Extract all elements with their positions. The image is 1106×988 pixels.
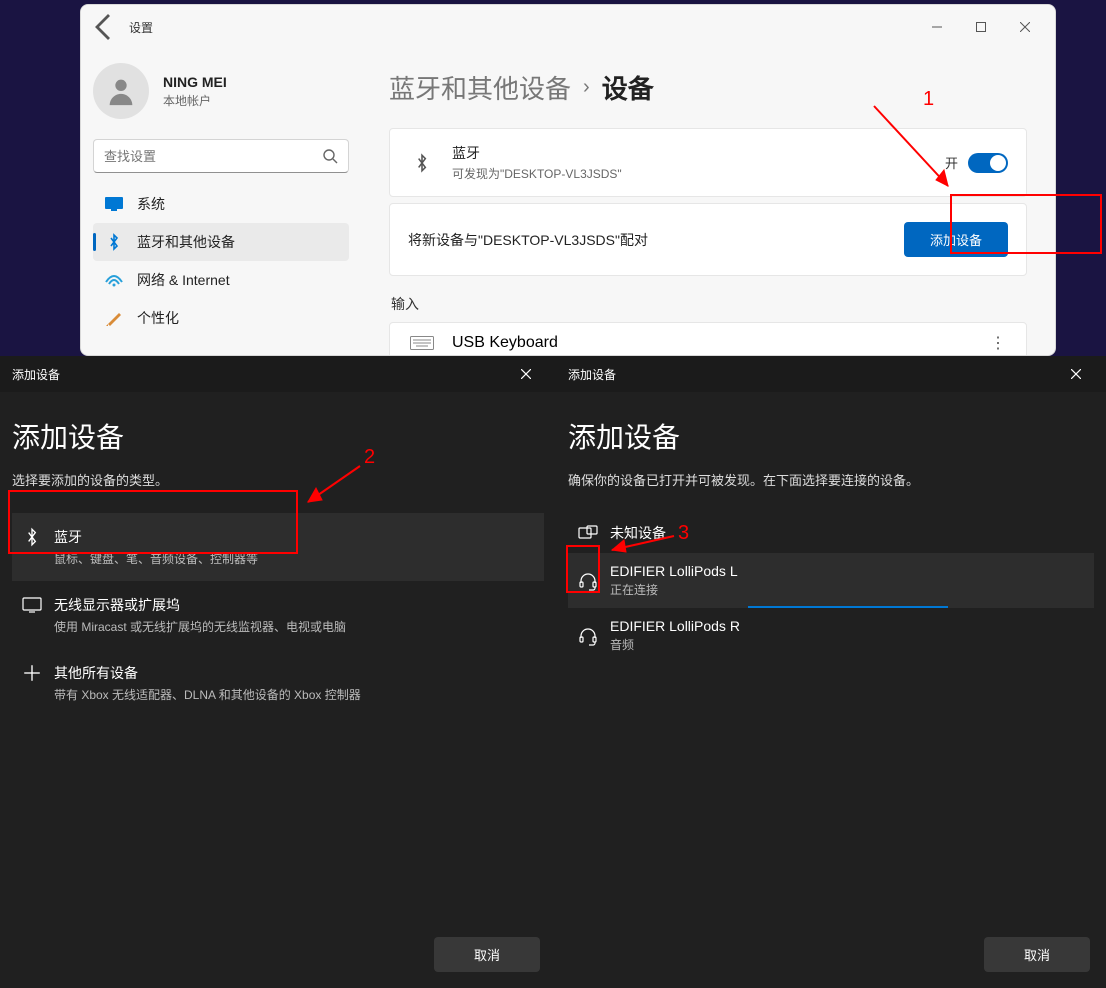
cancel-button[interactable]: 取消: [984, 937, 1090, 972]
device-status: 正在连接: [610, 581, 738, 598]
bluetooth-subtitle: 可发现为"DESKTOP-VL3JSDS": [452, 165, 622, 182]
main-content: 蓝牙和其他设备 › 设备 蓝牙 可发现为"DESKTOP-VL3JSDS" 开: [361, 49, 1055, 355]
option-bluetooth[interactable]: 蓝牙 鼠标、键盘、笔、音频设备、控制器等: [12, 513, 544, 581]
device-lollipods-r[interactable]: EDIFIER LolliPods R 音频: [568, 608, 1094, 663]
chevron-right-icon: ›: [583, 76, 590, 99]
bluetooth-icon: [18, 527, 46, 547]
dialog-heading: 添加设备: [568, 416, 1094, 456]
usb-keyboard-row[interactable]: USB Keyboard ⋮: [389, 322, 1027, 355]
add-device-list-dialog: 添加设备 添加设备 确保你的设备已打开并可被发现。在下面选择要连接的设备。 未知…: [556, 356, 1106, 988]
bluetooth-toggle[interactable]: [968, 153, 1008, 173]
option-other[interactable]: 其他所有设备 带有 Xbox 无线适配器、DLNA 和其他设备的 Xbox 控制…: [12, 649, 544, 717]
nav-label: 个性化: [137, 308, 179, 328]
close-button[interactable]: [1003, 11, 1047, 43]
device-name: EDIFIER LolliPods L: [610, 563, 738, 579]
option-subtitle: 使用 Miracast 或无线扩展坞的无线监视器、电视或电脑: [54, 618, 346, 635]
system-icon: [105, 195, 123, 213]
device-name: USB Keyboard: [452, 334, 558, 352]
nav-network[interactable]: 网络 & Internet: [93, 261, 349, 299]
option-wireless-display[interactable]: 无线显示器或扩展坞 使用 Miracast 或无线扩展坞的无线监视器、电视或电脑: [12, 581, 544, 649]
breadcrumb-page: 设备: [602, 69, 654, 106]
profile-account-type: 本地帐户: [163, 92, 227, 109]
nav-label: 网络 & Internet: [137, 270, 230, 290]
network-icon: [105, 271, 123, 289]
device-status: 音频: [610, 636, 740, 653]
search-box[interactable]: [93, 139, 349, 173]
back-button[interactable]: [89, 11, 121, 43]
option-title: 其他所有设备: [54, 663, 361, 683]
display-icon: [18, 595, 46, 615]
window-titlebar: 设置: [81, 5, 1055, 49]
personalization-icon: [105, 309, 123, 327]
headset-icon: [574, 626, 602, 646]
bluetooth-icon: [408, 149, 436, 177]
option-subtitle: 带有 Xbox 无线适配器、DLNA 和其他设备的 Xbox 控制器: [54, 686, 361, 703]
nav-bluetooth[interactable]: 蓝牙和其他设备: [93, 223, 349, 261]
option-title: 无线显示器或扩展坞: [54, 595, 346, 615]
minimize-button[interactable]: [915, 11, 959, 43]
dialog-hint: 确保你的设备已打开并可被发现。在下面选择要连接的设备。: [568, 470, 1094, 489]
option-subtitle: 鼠标、键盘、笔、音频设备、控制器等: [54, 550, 258, 567]
search-icon: [322, 148, 338, 164]
bluetooth-nav-icon: [105, 233, 123, 251]
window-title: 设置: [129, 19, 153, 36]
nav-system[interactable]: 系统: [93, 185, 349, 223]
search-input[interactable]: [104, 149, 322, 164]
dialog-titlebar: 添加设备: [0, 356, 556, 392]
profile-name: NING MEI: [163, 74, 227, 90]
device-lollipods-l[interactable]: EDIFIER LolliPods L 正在连接: [568, 553, 1094, 608]
breadcrumb-section[interactable]: 蓝牙和其他设备: [389, 69, 571, 106]
close-button[interactable]: [508, 360, 544, 388]
nav-label: 蓝牙和其他设备: [137, 232, 235, 252]
close-button[interactable]: [1058, 360, 1094, 388]
more-icon[interactable]: ⋮: [990, 333, 1008, 353]
maximize-button[interactable]: [959, 11, 1003, 43]
breadcrumb: 蓝牙和其他设备 › 设备: [389, 69, 1027, 106]
keyboard-icon: [408, 333, 436, 353]
sidebar: NING MEI 本地帐户 系统 蓝牙和其他设备: [81, 49, 361, 355]
pair-device-text: 将新设备与"DESKTOP-VL3JSDS"配对: [408, 230, 648, 250]
add-device-type-dialog: 添加设备 添加设备 选择要添加的设备的类型。 蓝牙 鼠标、键盘、笔、音频设备、控…: [0, 356, 556, 988]
nav-label: 系统: [137, 194, 165, 214]
device-name: 未知设备: [610, 523, 666, 543]
input-section-label: 输入: [391, 294, 1027, 314]
headset-icon: [574, 571, 602, 591]
pair-device-card: 将新设备与"DESKTOP-VL3JSDS"配对 添加设备: [389, 203, 1027, 276]
dialog-hint: 选择要添加的设备的类型。: [12, 470, 544, 489]
avatar: [93, 63, 149, 119]
device-unknown[interactable]: 未知设备: [568, 513, 1094, 553]
dialog-title: 添加设备: [12, 366, 60, 383]
option-title: 蓝牙: [54, 527, 258, 547]
dialog-titlebar: 添加设备: [556, 356, 1106, 392]
add-device-button[interactable]: 添加设备: [904, 222, 1008, 257]
unknown-device-icon: [574, 523, 602, 543]
dialog-title: 添加设备: [568, 366, 616, 383]
device-name: EDIFIER LolliPods R: [610, 618, 740, 634]
plus-icon: [18, 663, 46, 683]
nav-personalization[interactable]: 个性化: [93, 299, 349, 337]
bluetooth-title: 蓝牙: [452, 143, 622, 163]
toggle-label: 开: [945, 153, 958, 172]
cancel-button[interactable]: 取消: [434, 937, 540, 972]
profile[interactable]: NING MEI 本地帐户: [85, 49, 357, 139]
bluetooth-toggle-card: 蓝牙 可发现为"DESKTOP-VL3JSDS" 开: [389, 128, 1027, 197]
dialog-heading: 添加设备: [12, 416, 544, 456]
settings-window: 设置 NING MEI 本地帐户: [80, 4, 1056, 356]
